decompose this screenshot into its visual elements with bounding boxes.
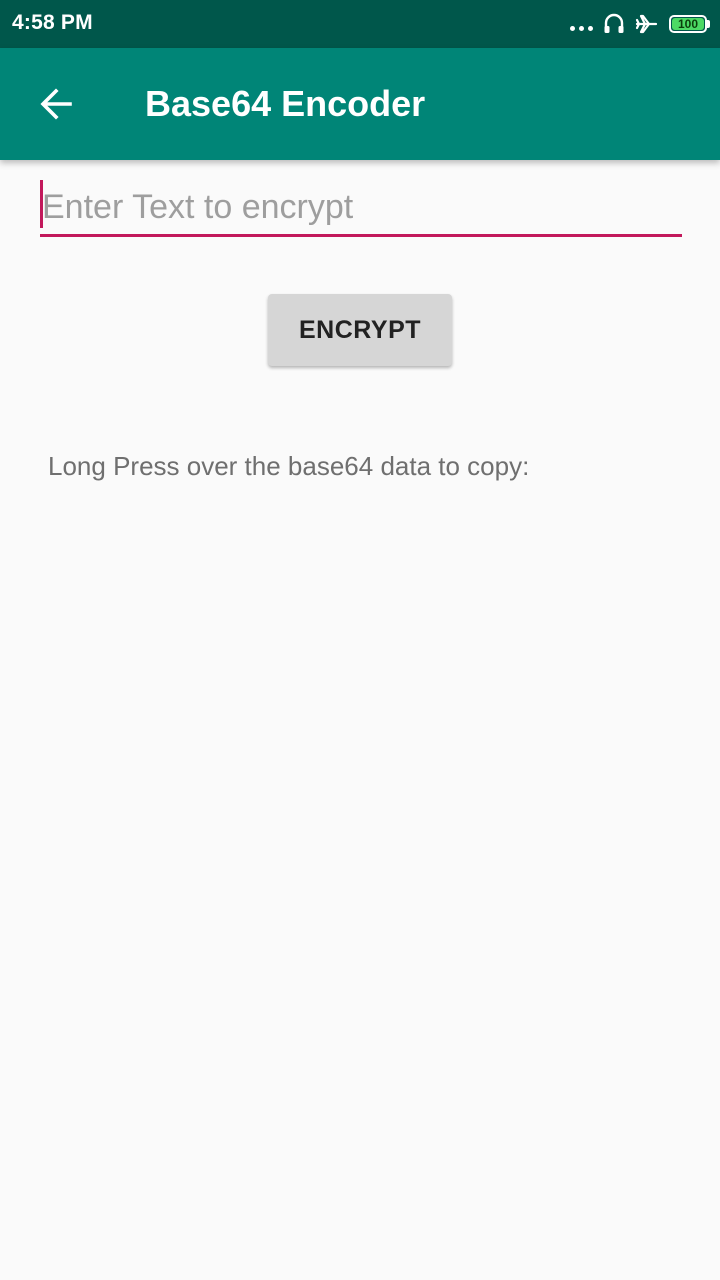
base64-output[interactable]: [48, 490, 672, 1250]
page-title: Base64 Encoder: [145, 83, 426, 124]
battery-icon: 100: [669, 15, 707, 33]
app-bar: Base64 Encoder: [0, 48, 720, 160]
headset-icon: [604, 13, 624, 33]
text-cursor: [40, 180, 43, 228]
status-time: 4:58 PM: [12, 11, 93, 34]
text-input-wrapper: [40, 180, 682, 238]
status-bar: 4:58 PM 100: [0, 0, 720, 48]
back-button[interactable]: [24, 72, 88, 136]
more-dots-icon: [570, 25, 593, 31]
battery-level: 100: [677, 17, 699, 31]
airplane-icon: [635, 14, 658, 34]
copy-hint-text: Long Press over the base64 data to copy:: [48, 451, 530, 481]
status-icons: 100: [570, 12, 710, 36]
arrow-back-icon: [40, 88, 72, 120]
text-to-encrypt-input[interactable]: [40, 180, 682, 237]
encrypt-button[interactable]: ENCRYPT: [268, 294, 452, 366]
battery-tip: [707, 20, 710, 28]
